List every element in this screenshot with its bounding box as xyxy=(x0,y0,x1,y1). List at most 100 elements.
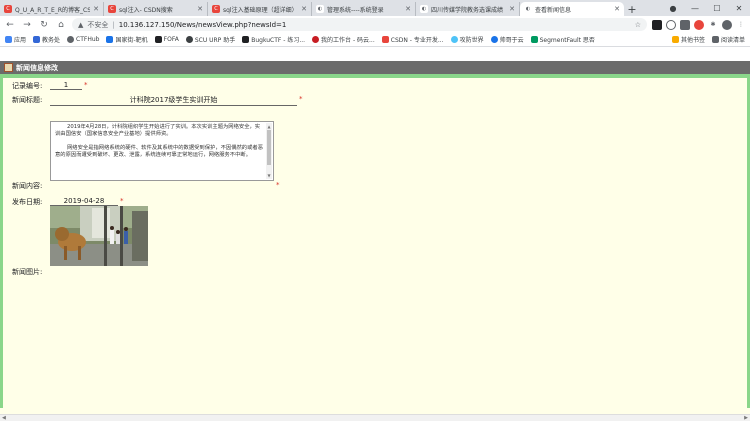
close-icon[interactable]: ✕ xyxy=(509,5,515,13)
reading-list[interactable]: 阅读清单 xyxy=(711,35,745,44)
globe-icon: ◐ xyxy=(420,5,428,13)
site-icon xyxy=(312,36,320,43)
bookmark-item[interactable]: 攻防世界 xyxy=(450,35,484,44)
site-icon xyxy=(185,36,193,43)
browser-toolbar: ← → ↻ ⌂ ▲ 不安全 | 10.136.127.150/News/news… xyxy=(0,16,750,33)
profile-avatar[interactable] xyxy=(722,19,732,30)
extension-icon[interactable] xyxy=(680,19,690,30)
record-id-field[interactable]: 1 xyxy=(50,81,82,90)
browser-tab[interactable]: C sql注入基础原理（超详细） ✕ xyxy=(208,2,312,16)
date-label: 发布日期: xyxy=(12,198,43,206)
site-icon xyxy=(67,36,75,43)
site-icon xyxy=(450,36,458,43)
scroll-down-icon[interactable]: ▼ xyxy=(266,172,272,179)
apps-grid-icon xyxy=(5,36,12,43)
browser-tab-active[interactable]: ◐ 查看新闻信息 ✕ xyxy=(520,2,624,16)
globe-icon: ◐ xyxy=(524,5,532,13)
reload-icon[interactable]: ↻ xyxy=(38,20,50,30)
site-icon xyxy=(106,36,114,43)
globe-icon: ◐ xyxy=(316,5,324,13)
close-icon[interactable]: ✕ xyxy=(197,5,203,13)
bookmarks-bar: 应用 教务处 CTFHub 国家街-靶机 FOFA SCU URP 助手 Bug… xyxy=(0,33,750,47)
csdn-icon: C xyxy=(212,5,220,13)
maximize-icon[interactable]: ☐ xyxy=(706,4,728,13)
record-id-label: 记录编号: xyxy=(12,82,43,90)
required-mark: * xyxy=(84,81,88,89)
close-icon[interactable]: ✕ xyxy=(93,5,99,13)
new-tab-button[interactable]: + xyxy=(624,2,640,16)
bookmark-item[interactable]: FOFA xyxy=(154,36,179,43)
page-horizontal-scrollbar[interactable]: ◀ ▶ xyxy=(0,414,750,421)
extension-icon[interactable] xyxy=(666,19,676,30)
title-label: 新闻标题: xyxy=(12,96,43,104)
close-icon[interactable]: ✕ xyxy=(301,5,307,13)
address-bar[interactable]: ▲ 不安全 | 10.136.127.150/News/newsView.php… xyxy=(72,18,647,31)
warning-icon[interactable]: ▲ xyxy=(78,21,83,29)
home-icon[interactable]: ⌂ xyxy=(55,20,67,30)
close-icon[interactable]: ✕ xyxy=(405,5,411,13)
csdn-icon: C xyxy=(4,5,12,13)
menu-icon[interactable]: ⋮ xyxy=(736,19,746,30)
bookmark-item[interactable]: CTFHub xyxy=(67,36,99,43)
content-textarea[interactable]: 2019年4月28日，计科院组织学生开始进行了实训。本次实训主题为网络安全，实训… xyxy=(50,121,274,181)
bookmark-item[interactable]: 我的工作台 - 码云... xyxy=(312,35,375,44)
puzzle-icon[interactable]: ✱ xyxy=(708,19,718,30)
reading-list-icon xyxy=(711,36,719,43)
back-icon[interactable]: ← xyxy=(4,20,16,30)
section-header: 新闻信息修改 xyxy=(0,61,750,74)
extension-icon[interactable] xyxy=(694,19,704,30)
tab-title: 查看新闻信息 xyxy=(535,6,572,14)
tab-title: sql注入基础原理（超详细） xyxy=(223,6,298,14)
news-photo-illustration xyxy=(50,206,148,266)
bookmark-item[interactable]: 国家街-靶机 xyxy=(106,35,148,44)
folder-icon xyxy=(671,36,679,43)
scroll-left-icon[interactable]: ◀ xyxy=(2,415,6,421)
browser-tab[interactable]: ◐ 四川传媒学院教务选课成绩 ✕ xyxy=(416,2,520,16)
scroll-thumb[interactable] xyxy=(267,130,271,165)
close-icon[interactable]: ✕ xyxy=(614,5,620,13)
url-text[interactable]: 10.136.127.150/News/newsView.php?newsId=… xyxy=(119,21,631,29)
extension-icon[interactable] xyxy=(652,19,662,30)
scroll-up-icon[interactable]: ▲ xyxy=(266,123,272,130)
bookmark-item[interactable]: BugkuCTF - 练习... xyxy=(242,35,305,44)
date-field[interactable]: 2019-04-28 xyxy=(50,197,118,206)
bookmark-apps[interactable]: 应用 xyxy=(5,35,26,44)
browser-tab[interactable]: C sql注入- CSDN搜索 ✕ xyxy=(104,2,208,16)
required-mark: * xyxy=(299,95,303,103)
site-icon xyxy=(381,36,389,43)
required-mark: * xyxy=(120,197,124,205)
site-icon xyxy=(530,36,538,43)
close-window-icon[interactable]: ✕ xyxy=(728,4,750,13)
site-icon xyxy=(154,36,162,43)
content-paragraph: 2019年4月28日，计科院组织学生开始进行了实训。本次实训主题为网络安全，实训… xyxy=(55,124,261,137)
other-bookmarks[interactable]: 其他书签 xyxy=(671,35,705,44)
content-label: 新闻内容: xyxy=(12,182,43,190)
bookmark-item[interactable]: SCU URP 助手 xyxy=(185,35,235,44)
bookmark-star-icon[interactable]: ☆ xyxy=(635,21,641,29)
bookmark-item[interactable]: SegmentFault 思否 xyxy=(530,35,595,44)
site-icon xyxy=(490,36,498,43)
tab-search-icon[interactable]: ● xyxy=(662,4,684,13)
textarea-scrollbar[interactable]: ▲ ▼ xyxy=(266,123,272,179)
bookmark-item[interactable]: CSDN - 专业开发... xyxy=(381,35,444,44)
content-paragraph: 网络安全是指网络系统的硬件、软件及其系统中的数据受到保护，不因偶然的或者恶意的原… xyxy=(55,145,263,158)
page-title: 新闻信息修改 xyxy=(16,63,58,72)
bookmark-item[interactable]: 帅哥于云 xyxy=(490,35,524,44)
forward-icon[interactable]: → xyxy=(21,20,33,30)
tab-strip: C Q_U_A_R_T_E_R的博客_CS ✕ C sql注入- CSDN搜索 … xyxy=(0,0,750,16)
browser-tab[interactable]: ◐ 管理系统----系统登录 ✕ xyxy=(312,2,416,16)
bookmark-item[interactable]: 教务处 xyxy=(33,35,60,44)
tab-title: 管理系统----系统登录 xyxy=(327,6,384,14)
tab-title: Q_U_A_R_T_E_R的博客_CS xyxy=(15,6,91,14)
browser-tab[interactable]: C Q_U_A_R_T_E_R的博客_CS ✕ xyxy=(0,2,104,16)
minimize-icon[interactable]: — xyxy=(684,4,706,13)
security-label[interactable]: 不安全 xyxy=(87,20,108,30)
news-edit-form: 记录编号: 1 * 新闻标题: 计科院2017级学生实训开始 * 2019年4月… xyxy=(0,78,750,408)
scroll-right-icon[interactable]: ▶ xyxy=(744,415,748,421)
site-icon xyxy=(33,36,41,43)
news-image xyxy=(50,206,148,266)
edit-icon xyxy=(4,63,13,72)
extensions-area: ✱ ⋮ xyxy=(652,19,746,30)
required-mark: * xyxy=(276,181,280,189)
title-field[interactable]: 计科院2017级学生实训开始 xyxy=(50,95,297,106)
